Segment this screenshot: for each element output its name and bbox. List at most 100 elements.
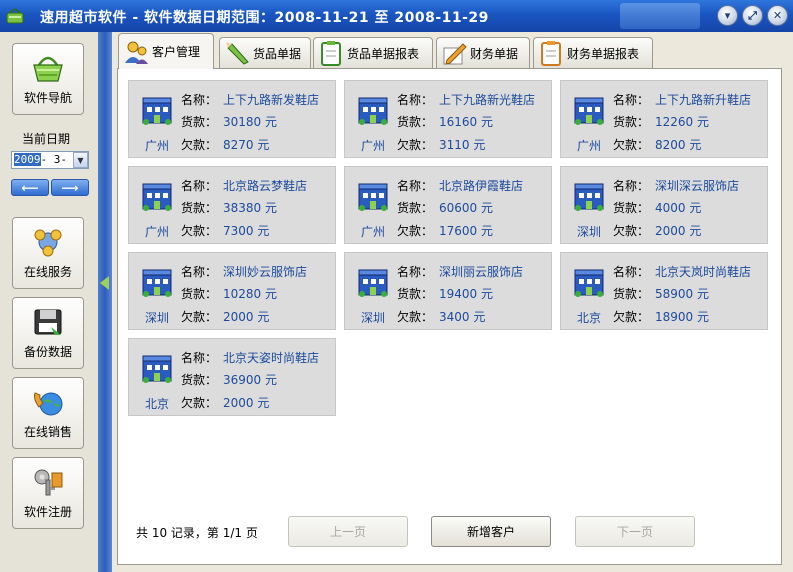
nav-button-online-sales[interactable]: 在线销售 [12, 377, 84, 449]
name-label: 名称： [397, 179, 434, 193]
customer-city: 广州 [144, 225, 169, 239]
tab-label: 财务单据报表 [567, 46, 640, 61]
owed-label: 欠款： [181, 310, 218, 324]
nav-label: 在线服务 [23, 265, 72, 279]
customer-owed-amount: 7300 元 [223, 224, 270, 238]
add-customer-button[interactable]: 新增客户 [431, 516, 551, 547]
customer-city: 广州 [360, 225, 385, 239]
previous-page-button[interactable]: 上一页 [288, 516, 408, 547]
tab-finance-documents[interactable]: 财务单据 [436, 37, 530, 68]
customer-goods-row: 货款： 38380 元 [181, 199, 277, 216]
pencil-icon [226, 42, 249, 65]
customer-card[interactable]: 广州 名称： 北京路伊霞鞋店 货款： 60600 元欠款： 17600 元 [344, 166, 552, 244]
goods-label: 货款： [397, 115, 434, 129]
customer-owed-row: 欠款： 7300 元 [181, 222, 269, 239]
previous-date-button[interactable]: ⟵ [11, 179, 49, 196]
nav-label: 在线销售 [23, 425, 72, 439]
customer-owed-row: 欠款： 2000 元 [181, 394, 269, 411]
shop-icon [358, 97, 388, 125]
sidebar-splitter[interactable] [98, 32, 112, 572]
report-icon [541, 41, 561, 66]
customer-name: 北京天姿时尚鞋店 [223, 351, 320, 365]
customer-goods-row: 货款： 30180 元 [181, 113, 277, 130]
basket-icon [33, 56, 63, 82]
customer-card[interactable]: 北京 名称： 北京天姿时尚鞋店 货款： 36900 元欠款： 2000 元 [128, 338, 336, 416]
customer-icon [125, 41, 148, 64]
customer-goods-amount: 60600 元 [439, 201, 494, 215]
customer-goods-row: 货款： 58900 元 [613, 285, 709, 302]
customer-owed-row: 欠款： 2000 元 [613, 222, 701, 239]
customer-card[interactable]: 深圳 名称： 深圳深云服饰店 货款： 4000 元欠款： 2000 元 [560, 166, 768, 244]
next-page-button[interactable]: 下一页 [575, 516, 695, 547]
customer-name-row: 名称： 深圳妙云服饰店 [181, 263, 307, 280]
customer-name-row: 名称： 深圳深云服饰店 [613, 177, 739, 194]
owed-label: 欠款： [613, 310, 650, 324]
date-year: 2009 [14, 153, 41, 166]
tab-customer-management[interactable]: 客户管理 [118, 33, 214, 69]
customer-goods-row: 货款： 19400 元 [397, 285, 493, 302]
customer-card[interactable]: 广州 名称： 上下九路新光鞋店 货款： 16160 元欠款： 3110 元 [344, 80, 552, 158]
title-bar: 速用超市软件 - 软件数据日期范围：2008-11-21 至 2008-11-2… [0, 0, 793, 32]
owed-label: 欠款： [397, 224, 434, 238]
date-dropdown-button[interactable]: ▼ [73, 152, 88, 168]
nav-button-backup-data[interactable]: 备份数据 [12, 297, 84, 369]
nav-button-software-guide[interactable]: 软件导航 [12, 43, 84, 115]
shop-icon [142, 269, 172, 297]
owed-label: 欠款： [181, 224, 218, 238]
customer-owed-amount: 2000 元 [223, 396, 270, 410]
owed-label: 欠款： [397, 310, 434, 324]
customer-name: 上下九路新发鞋店 [223, 93, 320, 107]
customer-goods-amount: 4000 元 [655, 201, 702, 215]
customer-owed-row: 欠款： 2000 元 [181, 308, 269, 325]
tab-finance-report[interactable]: 财务单据报表 [533, 37, 653, 68]
customer-card[interactable]: 北京 名称： 北京天岚时尚鞋店 货款： 58900 元欠款： 18900 元 [560, 252, 768, 330]
nav-label: 软件导航 [23, 91, 72, 105]
customer-card[interactable]: 广州 名称： 上下九路新升鞋店 货款： 12260 元欠款： 8200 元 [560, 80, 768, 158]
pen-paper-icon [443, 43, 467, 65]
customer-goods-row: 货款： 60600 元 [397, 199, 493, 216]
customer-card[interactable]: 广州 名称： 北京路云梦鞋店 货款： 38380 元欠款： 7300 元 [128, 166, 336, 244]
customer-name-row: 名称： 北京路云梦鞋店 [181, 177, 307, 194]
nav-button-software-register[interactable]: 软件注册 [12, 457, 84, 529]
tab-goods-report[interactable]: 货品单据报表 [313, 37, 433, 68]
customer-city: 广州 [576, 139, 601, 153]
customer-name: 深圳丽云服饰店 [439, 265, 524, 279]
customer-goods-amount: 16160 元 [439, 115, 494, 129]
customer-goods-amount: 10280 元 [223, 287, 278, 301]
customer-card[interactable]: 深圳 名称： 深圳妙云服饰店 货款： 10280 元欠款： 2000 元 [128, 252, 336, 330]
disk-icon [34, 309, 62, 335]
customer-name-row: 名称： 上下九路新升鞋店 [613, 91, 751, 108]
clipboard-icon [321, 41, 341, 66]
customer-name: 上下九路新光鞋店 [439, 93, 536, 107]
name-label: 名称： [181, 93, 218, 107]
next-date-button[interactable]: ⟶ [51, 179, 89, 196]
customer-city: 深圳 [144, 311, 169, 325]
name-label: 名称： [613, 93, 650, 107]
minimize-button[interactable]: ▾ [717, 5, 738, 26]
maximize-button[interactable]: ⤢ [742, 5, 763, 26]
customer-card[interactable]: 广州 名称： 上下九路新发鞋店 货款： 30180 元欠款： 8270 元 [128, 80, 336, 158]
customer-name-row: 名称： 北京天岚时尚鞋店 [613, 263, 751, 280]
close-button[interactable]: ✕ [767, 5, 788, 26]
customer-goods-row: 货款： 36900 元 [181, 371, 277, 388]
shop-icon [574, 269, 604, 297]
name-label: 名称： [181, 265, 218, 279]
shop-icon [574, 183, 604, 211]
customer-owed-amount: 2000 元 [223, 310, 270, 324]
shop-icon [358, 269, 388, 297]
customer-card[interactable]: 深圳 名称： 深圳丽云服饰店 货款： 19400 元欠款： 3400 元 [344, 252, 552, 330]
shop-icon [358, 183, 388, 211]
tab-goods-documents[interactable]: 货品单据 [219, 37, 311, 68]
customer-name: 北京路云梦鞋店 [223, 179, 308, 193]
customer-owed-row: 欠款： 3400 元 [397, 308, 485, 325]
customer-owed-row: 欠款： 8270 元 [181, 136, 269, 153]
customer-name-row: 名称： 上下九路新光鞋店 [397, 91, 535, 108]
tab-label: 货品单据报表 [347, 46, 420, 61]
owed-label: 欠款： [181, 396, 218, 410]
owed-label: 欠款： [397, 138, 434, 152]
nav-button-online-service[interactable]: 在线服务 [12, 217, 84, 289]
people-network-icon [34, 229, 62, 257]
customer-goods-amount: 12260 元 [655, 115, 710, 129]
name-label: 名称： [397, 265, 434, 279]
collapse-arrow-icon[interactable] [100, 276, 109, 290]
